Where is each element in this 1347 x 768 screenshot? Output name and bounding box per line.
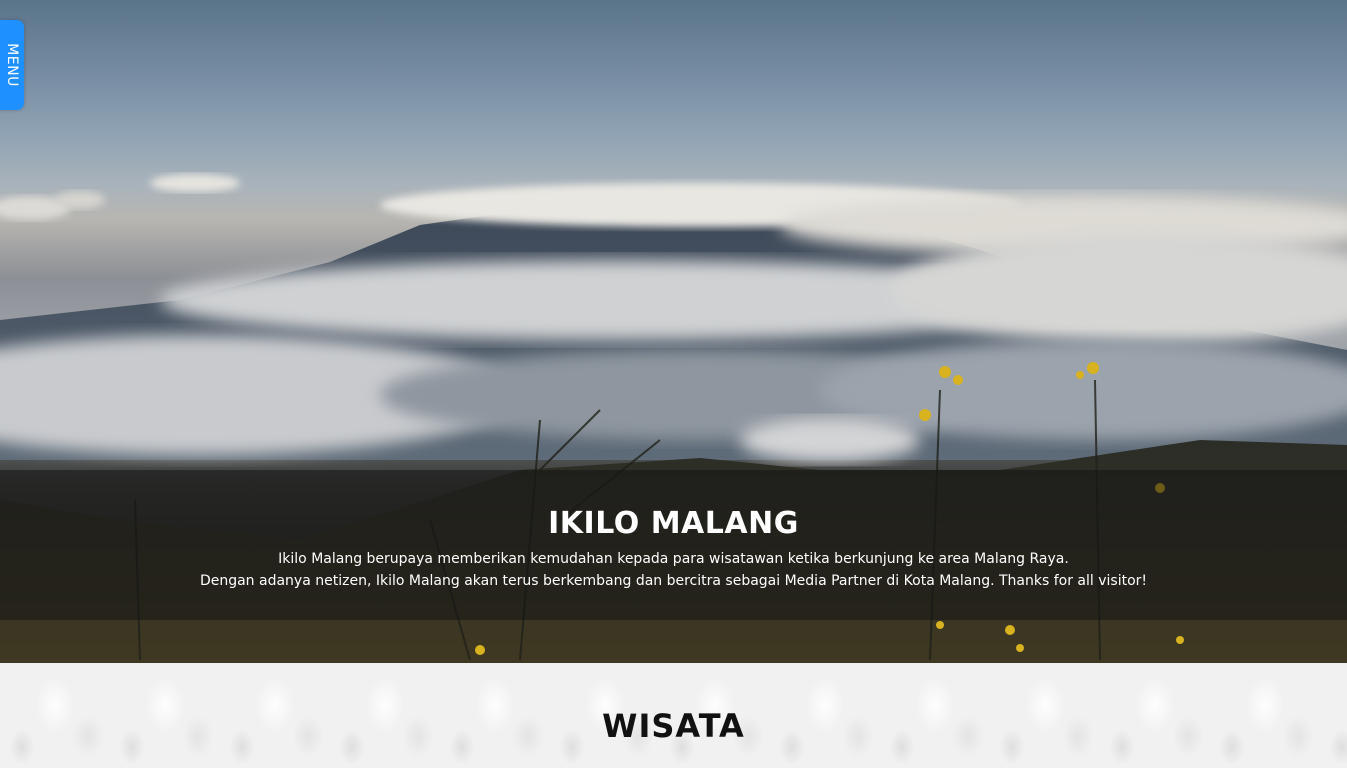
hero-section: MENU IKILO MALANG Ikilo Malang berupaya …	[0, 0, 1347, 663]
wisata-section: WISATA	[0, 663, 1347, 768]
hero-caption: IKILO MALANG Ikilo Malang berupaya membe…	[0, 470, 1347, 620]
hero-description-line-2: Dengan adanya netizen, Ikilo Malang akan…	[199, 573, 1148, 589]
menu-label: MENU	[4, 43, 20, 87]
page: MENU IKILO MALANG Ikilo Malang berupaya …	[0, 0, 1347, 768]
section-title: WISATA	[602, 707, 745, 745]
hero-description: Ikilo Malang berupaya memberikan kemudah…	[0, 548, 1347, 592]
hero-description-line-1: Ikilo Malang berupaya memberikan kemudah…	[278, 551, 1069, 567]
hero-title: IKILO MALANG	[548, 506, 799, 541]
menu-button[interactable]: MENU	[0, 20, 24, 110]
